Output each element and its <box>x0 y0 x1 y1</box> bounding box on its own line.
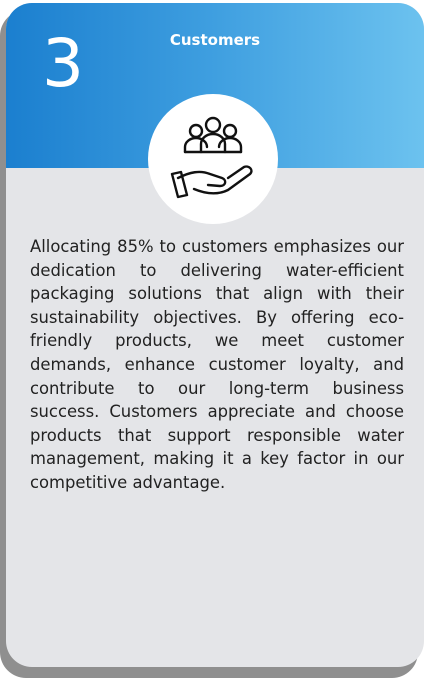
card-title: Customers <box>169 31 261 49</box>
customers-card: 3 Customers Allocating 85% to customers … <box>6 3 424 667</box>
customer-care-hand-icon <box>170 116 253 199</box>
card-description: Allocating 85% to customers emphasizes o… <box>30 237 404 492</box>
icon-circle <box>148 94 278 224</box>
